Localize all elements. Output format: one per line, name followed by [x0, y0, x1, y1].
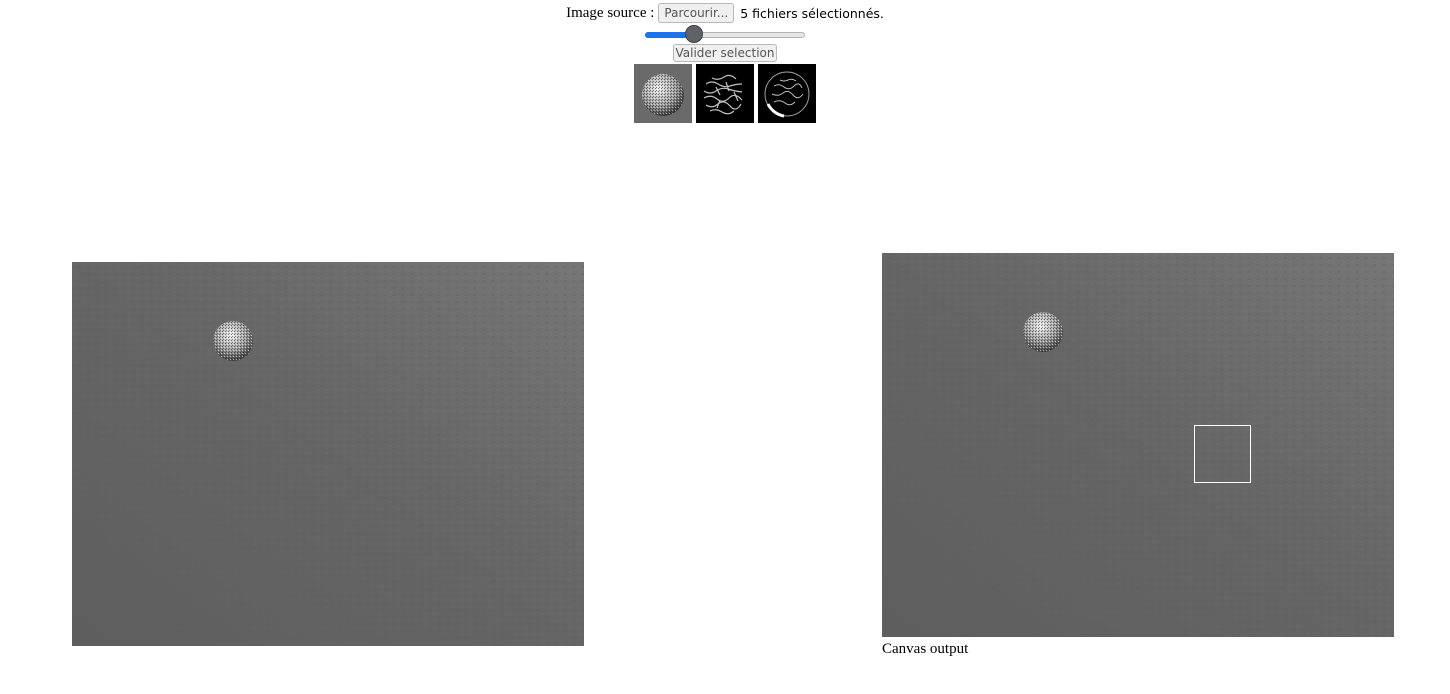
sphere-thumbnail[interactable] [634, 64, 692, 123]
file-input-row: Image source : Parcourir... 5 fichiers s… [566, 2, 884, 24]
validate-selection-button[interactable]: Valider selection [672, 44, 778, 62]
file-status-text: 5 fichiers sélectionnés. [740, 5, 884, 21]
selection-rectangle[interactable] [1194, 425, 1251, 483]
image-source-label: Image source : [566, 4, 655, 21]
browse-button[interactable]: Parcourir... [658, 3, 735, 23]
vertical-edges-thumbnail[interactable] [758, 64, 816, 123]
output-canvas[interactable] [882, 253, 1394, 637]
threshold-slider[interactable] [645, 24, 805, 44]
input-canvas[interactable] [72, 262, 584, 646]
horizontal-edges-thumbnail[interactable] [696, 64, 754, 123]
controls-panel: Image source : Parcourir... 5 fichiers s… [0, 0, 1450, 123]
canvas-output-caption: Canvas output [882, 641, 969, 657]
slider-thumb[interactable] [684, 25, 703, 43]
thumbnail-strip [634, 64, 816, 123]
